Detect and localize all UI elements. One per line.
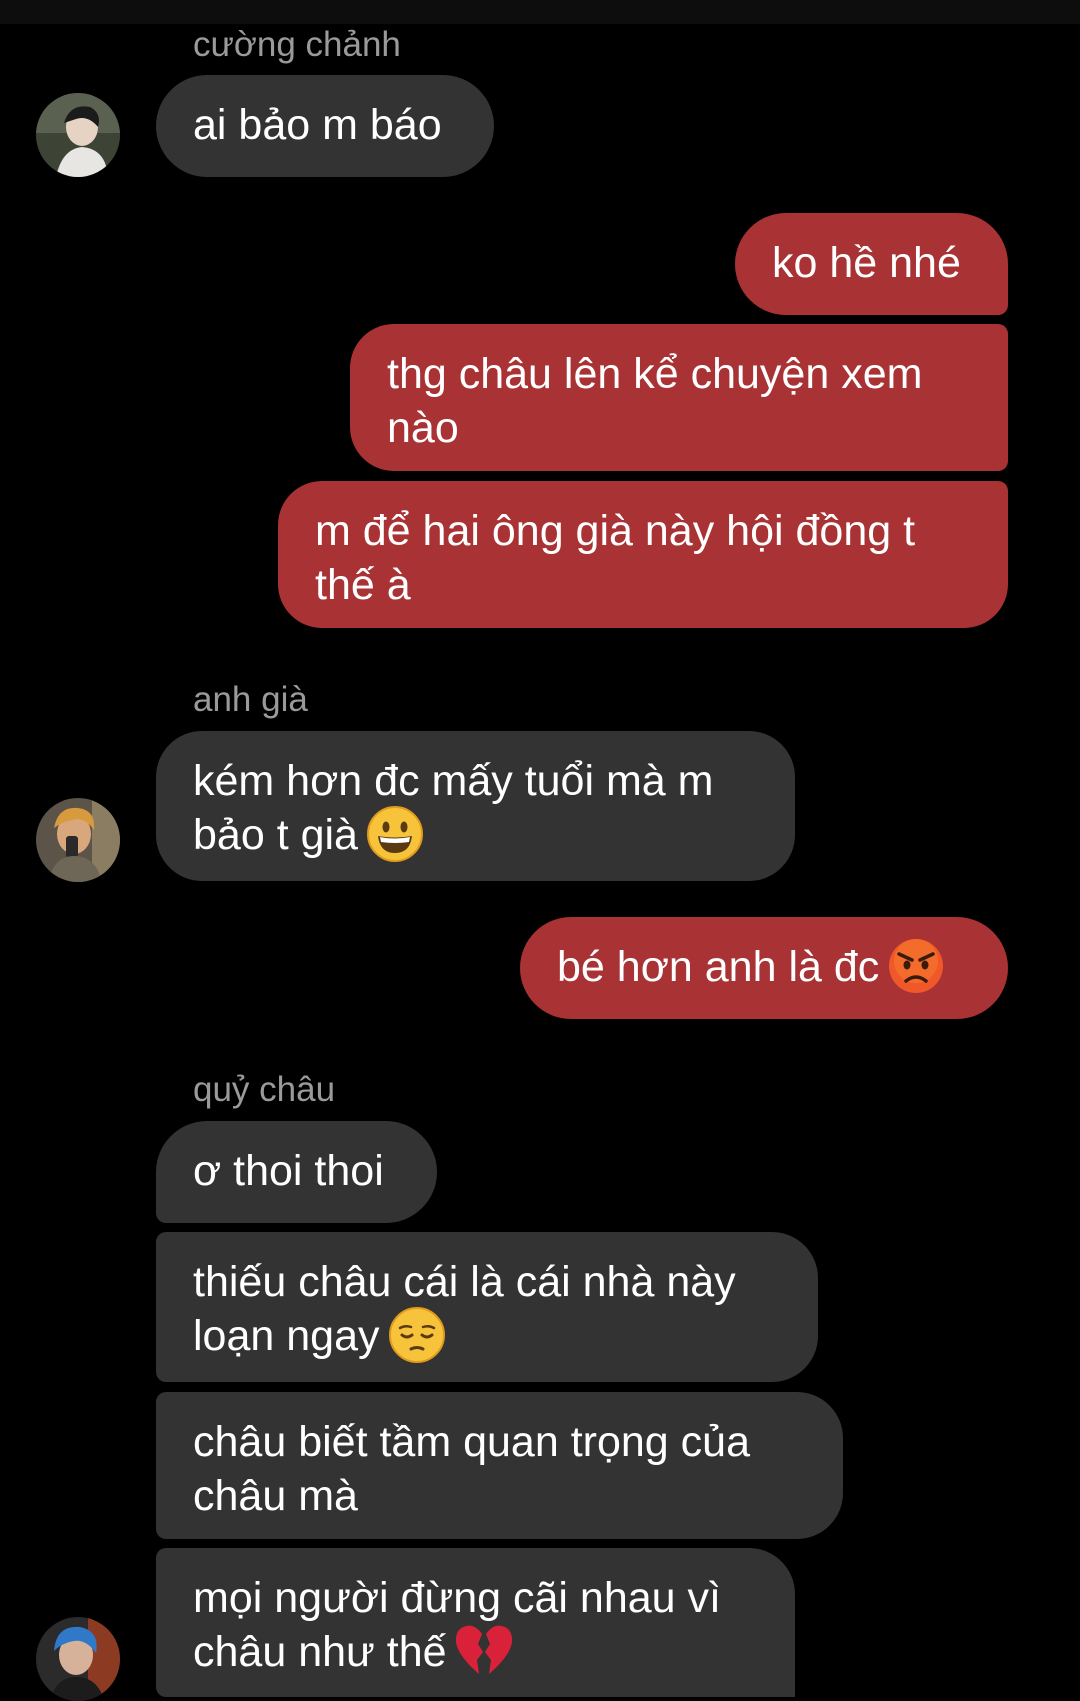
message-bubble[interactable]: thg châu lên kể chuyện xem nào [350,324,1008,471]
angry-face-emoji [887,937,945,995]
message-bubble[interactable]: bé hơn anh là đc [520,917,1008,1019]
sender-name: cường chảnh [193,25,401,64]
message-text-line: kém hơn đc mấy tuổi mà m [193,757,714,805]
broken-heart-emoji [455,1624,513,1678]
sender-name: anh già [193,680,308,719]
message-text-line-with-emoji: bảo t già [193,805,758,863]
message-text: bảo t già [193,811,358,859]
message-bubble[interactable]: kém hơn đc mấy tuổi mà m bảo t già [156,731,795,881]
message-text: bé hơn anh là đc [557,943,880,991]
sender-name: quỷ châu [193,1070,336,1109]
message-bubble[interactable]: ơ thoi thoi [156,1121,437,1223]
avatar-anh-gia[interactable] [36,798,120,882]
message-text: ko hề nhé [772,239,961,287]
message-text-line: châu biết tầm quan trọng của [193,1418,750,1466]
pensive-face-emoji [388,1306,446,1364]
message-bubble[interactable]: ko hề nhé [735,213,1008,315]
message-text: ơ thoi thoi [193,1147,384,1195]
message-text-line: mọi người đừng cãi nhau vì [193,1574,721,1622]
top-status-strip [0,0,1080,24]
message-bubble[interactable]: mọi người đừng cãi nhau vì châu như thế [156,1548,795,1697]
message-bubble[interactable]: m để hai ông già này hội đồng t thế à [278,481,1008,628]
message-text-line: nào [387,404,459,452]
message-text: châu như thế [193,1628,447,1676]
message-text-line: m để hai ông già này hội đồng t [315,507,916,555]
message-bubble[interactable]: ai bảo m báo [156,75,494,177]
message-text-line: châu mà [193,1472,358,1520]
avatar-cuong-chanh[interactable] [36,93,120,177]
grinning-face-emoji [366,805,424,863]
message-bubble[interactable]: thiếu châu cái là cái nhà này loạn ngay [156,1232,818,1382]
message-text: loạn ngay [193,1312,380,1360]
message-text-line: thế à [315,561,411,609]
message-text-line: thiếu châu cái là cái nhà này [193,1258,736,1306]
message-text-line: thg châu lên kể chuyện xem [387,350,923,398]
message-text-line-with-emoji: châu như thế [193,1625,758,1679]
message-text-line-with-emoji: loạn ngay [193,1306,781,1364]
avatar-quy-chau[interactable] [36,1617,120,1701]
message-bubble[interactable]: châu biết tầm quan trọng của châu mà [156,1392,843,1539]
message-text: ai bảo m báo [193,101,442,149]
